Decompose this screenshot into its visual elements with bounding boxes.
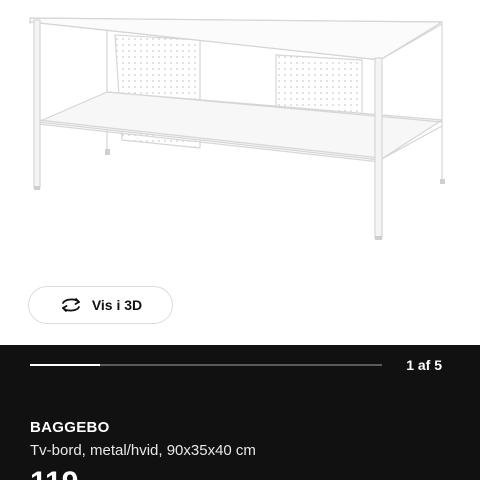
product-info-panel: 1 af 5 BAGGEBO Tv-bord, metal/hvid, 90x3…: [0, 345, 480, 480]
carousel-progress-fill: [30, 364, 101, 366]
product-image-area[interactable]: Vis i 3D: [0, 0, 480, 345]
product-name: BAGGEBO: [30, 419, 110, 436]
product-price: 119: [30, 465, 78, 480]
view-in-3d-label: Vis i 3D: [91, 297, 143, 313]
view-in-3d-button[interactable]: Vis i 3D: [28, 286, 173, 324]
product-description: Tv-bord, metal/hvid, 90x35x40 cm: [30, 442, 256, 459]
rotate-3d-icon: [59, 293, 83, 317]
carousel-page-counter: 1 af 5: [406, 357, 442, 373]
carousel-progress-track[interactable]: [30, 364, 382, 366]
